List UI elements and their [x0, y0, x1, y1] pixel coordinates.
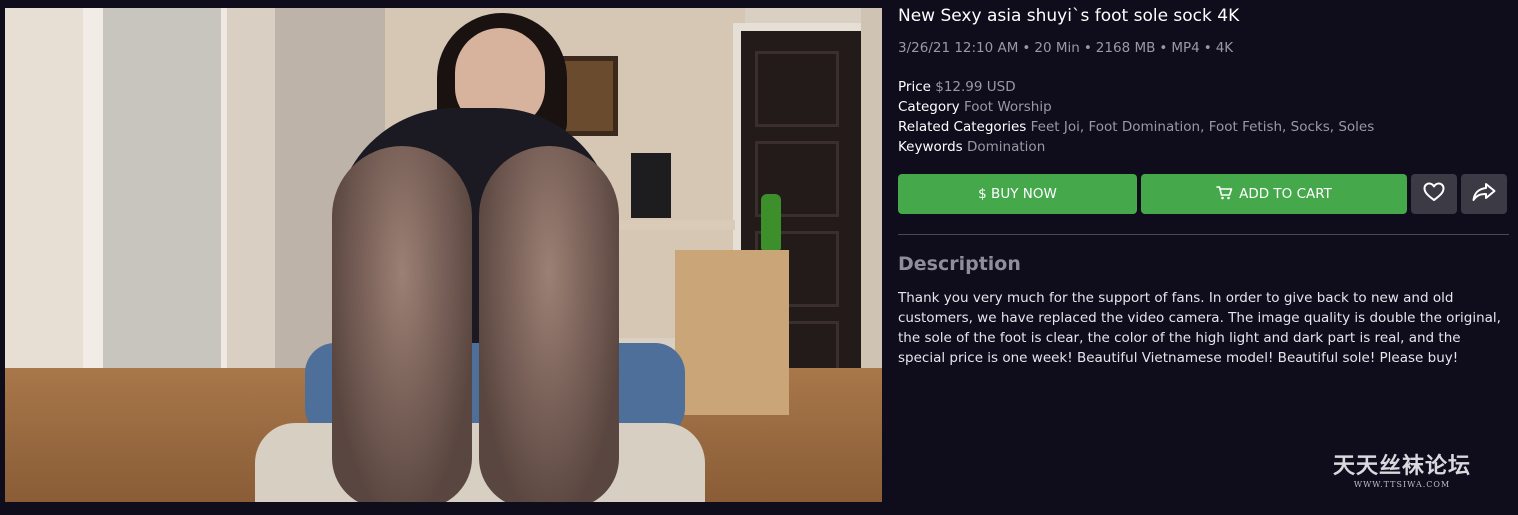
product-page: New Sexy asia shuyi`s foot sole sock 4K … [0, 0, 1518, 515]
buy-now-label: $ BUY NOW [978, 186, 1057, 202]
related-categories-label: Related Categories [898, 119, 1027, 135]
share-icon [1472, 182, 1496, 206]
product-details: Price $12.99 USD Category Foot Worship R… [898, 77, 1374, 157]
heart-icon [1423, 182, 1445, 206]
share-button[interactable] [1461, 174, 1507, 214]
related-category-link[interactable]: Foot Domination [1088, 119, 1200, 135]
product-preview-image[interactable] [5, 8, 882, 502]
watermark: 天天丝袜论坛 WWW.TTSIWA.COM [1322, 454, 1482, 489]
category-row: Category Foot Worship [898, 97, 1374, 117]
section-divider [898, 234, 1509, 235]
keywords-row: Keywords Domination [898, 137, 1374, 157]
category-link[interactable]: Foot Worship [964, 99, 1052, 115]
keywords-label: Keywords [898, 139, 963, 155]
list-comma: , [1329, 119, 1335, 135]
keyword-link[interactable]: Domination [967, 139, 1045, 155]
related-categories-row: Related Categories Feet Joi, Foot Domina… [898, 117, 1374, 137]
meta-date: 3/26/21 12:10 AM [898, 40, 1019, 56]
add-to-cart-button[interactable]: ADD TO CART [1141, 174, 1407, 214]
list-comma: , [1282, 119, 1287, 135]
scene-door-panel [755, 51, 839, 127]
related-category-link[interactable]: Soles [1338, 119, 1374, 135]
meta-separator: • [1203, 40, 1212, 56]
buy-now-button[interactable]: $ BUY NOW [898, 174, 1137, 214]
description-text: Thank you very much for the support of f… [898, 290, 1501, 366]
scene-speaker [631, 153, 671, 218]
scene-foot-left [332, 146, 472, 502]
meta-size: 2168 MB [1095, 40, 1156, 56]
meta-separator: • [1022, 40, 1031, 56]
related-category-link[interactable]: Feet Joi [1031, 119, 1080, 135]
product-meta: 3/26/21 12:10 AM • 20 Min • 2168 MB • MP4 • 4K [898, 38, 1233, 58]
watermark-title: 天天丝袜论坛 [1332, 454, 1471, 479]
scene-foot-right [479, 146, 619, 502]
scene-cabinet [675, 250, 789, 415]
price-value: $12.99 USD [935, 79, 1016, 95]
watermark-url: WWW.TTSIWA.COM [1353, 480, 1451, 489]
list-comma: , [1200, 119, 1205, 135]
related-category-link[interactable]: Foot Fetish [1209, 119, 1282, 135]
meta-resolution: 4K [1215, 40, 1234, 56]
category-label: Category [898, 99, 960, 115]
price-row: Price $12.99 USD [898, 77, 1374, 97]
scene-door [103, 8, 227, 378]
add-to-cart-label: ADD TO CART [1239, 186, 1332, 202]
cart-icon [1216, 185, 1233, 204]
product-title: New Sexy asia shuyi`s foot sole sock 4K [898, 6, 1240, 26]
meta-separator: • [1159, 40, 1168, 56]
scene-door-frame [83, 8, 105, 423]
list-comma: , [1079, 119, 1085, 135]
meta-format: MP4 [1171, 40, 1200, 56]
description-heading: Description [898, 253, 1021, 275]
price-label: Price [898, 79, 931, 95]
related-category-link[interactable]: Socks [1291, 119, 1330, 135]
favorite-button[interactable] [1411, 174, 1457, 214]
scene-bottle [761, 194, 781, 250]
meta-duration: 20 Min [1034, 40, 1080, 56]
meta-separator: • [1083, 40, 1092, 56]
